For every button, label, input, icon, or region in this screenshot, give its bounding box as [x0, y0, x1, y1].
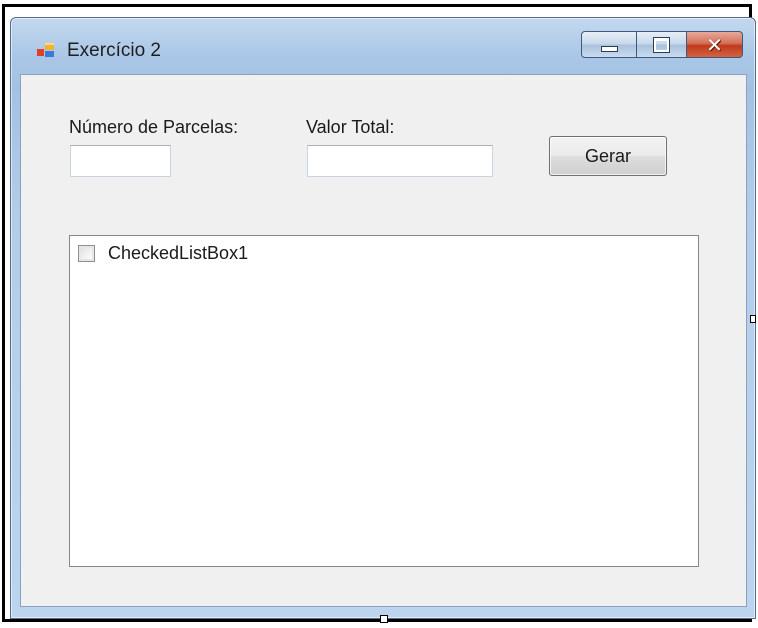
title-bar[interactable]: Exercício 2 ✕ [11, 18, 755, 76]
close-icon: ✕ [706, 32, 723, 57]
list-item-label: CheckedListBox1 [108, 242, 249, 263]
valor-total-label: Valor Total: [306, 117, 395, 137]
numero-parcelas-input[interactable] [70, 145, 171, 177]
resize-handle-bottom[interactable] [380, 615, 388, 623]
minimize-icon [600, 46, 618, 52]
close-button[interactable]: ✕ [687, 31, 743, 58]
checked-list-box[interactable]: CheckedListBox1 [69, 235, 699, 567]
window-title: Exercício 2 [67, 40, 161, 61]
list-item[interactable]: CheckedListBox1 [78, 242, 248, 264]
form-window: Exercício 2 ✕ Número de Parcelas: Valor … [10, 17, 756, 619]
list-item-checkbox[interactable] [78, 244, 95, 262]
form-client-area: Número de Parcelas: Valor Total: Gerar C… [20, 74, 747, 607]
valor-total-input[interactable] [307, 145, 493, 177]
gerar-button[interactable]: Gerar [549, 136, 667, 176]
maximize-icon [653, 36, 670, 53]
windows-form-icon [37, 43, 54, 57]
designer-surface: Exercício 2 ✕ Número de Parcelas: Valor … [0, 0, 758, 628]
maximize-button[interactable] [637, 31, 687, 58]
minimize-button[interactable] [581, 31, 637, 58]
numero-parcelas-label: Número de Parcelas: [69, 117, 239, 137]
caption-buttons: ✕ [581, 31, 743, 61]
resize-handle-right[interactable] [750, 315, 756, 323]
